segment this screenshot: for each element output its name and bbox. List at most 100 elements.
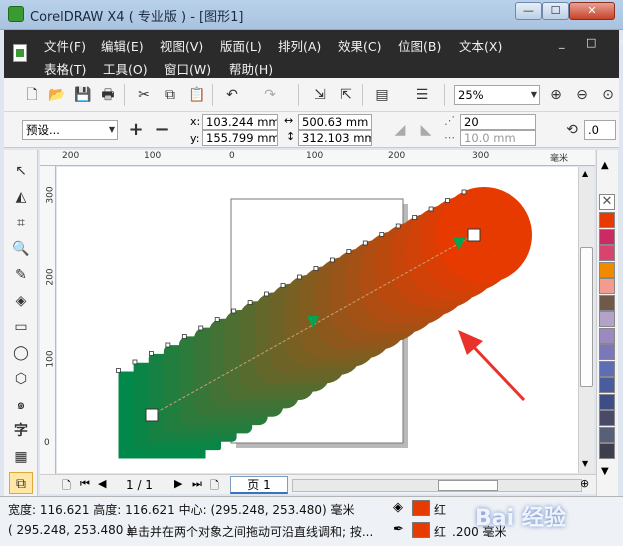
menu-text[interactable]: 文本(X): [459, 36, 502, 55]
shape-tool-icon[interactable]: ◭: [9, 186, 33, 208]
save-icon[interactable]: 💾: [74, 87, 91, 103]
menu-window[interactable]: 窗口(W): [164, 59, 211, 78]
color-swatch[interactable]: [599, 327, 615, 344]
ellipse-tool-icon[interactable]: ◯: [9, 342, 33, 364]
y-position-field[interactable]: 155.799 mm: [202, 130, 278, 146]
new-icon[interactable]: 🗋: [24, 87, 40, 103]
color-swatch[interactable]: [599, 344, 615, 360]
horizontal-scrollbar[interactable]: [292, 479, 582, 492]
zoom-tool-icon[interactable]: 🔍: [9, 238, 33, 260]
vertical-ruler[interactable]: 300 200 100 0: [40, 166, 56, 474]
menu-help[interactable]: 帮助(H): [229, 59, 273, 78]
zoom-in-icon[interactable]: ⊕: [548, 87, 564, 103]
color-swatch[interactable]: [599, 311, 615, 327]
zoom-out-icon[interactable]: ⊖: [574, 87, 590, 103]
width-field[interactable]: 500.63 mm: [298, 114, 372, 130]
mdi-controls[interactable]: _ □ ✕: [559, 36, 623, 49]
scroll-up-icon[interactable]: ▲: [582, 169, 588, 178]
blend-direction-icon[interactable]: ◢: [392, 122, 408, 138]
menu-arrange[interactable]: 排列(A): [278, 36, 321, 55]
menu-layout[interactable]: 版面(L): [220, 36, 262, 55]
minimize-button[interactable]: —: [515, 2, 542, 20]
redo-icon[interactable]: ↷: [262, 87, 278, 103]
undo-icon[interactable]: ↶: [224, 87, 240, 103]
vertical-scrollbar[interactable]: ▲ ▼: [578, 167, 594, 473]
x-position-field[interactable]: 103.244 mm: [202, 114, 278, 130]
horizontal-scroll-thumb[interactable]: [438, 480, 498, 491]
add-page-icon[interactable]: 🗋: [62, 477, 71, 496]
text-tool-icon[interactable]: 字: [9, 420, 33, 442]
open-icon[interactable]: 📂: [48, 87, 65, 103]
color-swatch[interactable]: [599, 443, 615, 459]
blend-path-icon[interactable]: ◣: [418, 122, 434, 138]
zoom-level-select[interactable]: 25% ▼: [454, 85, 540, 105]
palette-scroll-down-icon[interactable]: ▼: [601, 466, 609, 477]
blend-angle-field[interactable]: .0: [584, 120, 616, 140]
blend-start-handle[interactable]: [145, 408, 159, 422]
no-fill-swatch[interactable]: ✕: [599, 194, 615, 210]
color-swatch[interactable]: [599, 360, 615, 377]
smart-fill-icon[interactable]: ◈: [9, 290, 33, 312]
page-tab-1[interactable]: 页 1: [230, 476, 288, 494]
add-page-after-icon[interactable]: 🗋: [210, 477, 219, 496]
color-swatch[interactable]: [599, 212, 615, 228]
crop-tool-icon[interactable]: ⌗: [9, 212, 33, 234]
rectangle-tool-icon[interactable]: ▭: [9, 316, 33, 338]
first-page-icon[interactable]: ⏮: [80, 477, 90, 491]
maximize-button[interactable]: ☐: [542, 2, 569, 20]
fill-icon[interactable]: ◈: [393, 500, 403, 515]
close-button[interactable]: ✕: [569, 2, 615, 20]
scroll-down-icon[interactable]: ▼: [582, 459, 588, 468]
table-tool-icon[interactable]: ▦: [9, 446, 33, 468]
document-icon[interactable]: [13, 44, 27, 62]
menu-table[interactable]: 表格(T): [44, 59, 86, 78]
menu-effects[interactable]: 效果(C): [338, 36, 381, 55]
color-swatch[interactable]: [599, 393, 615, 410]
export-icon[interactable]: ⇱: [338, 87, 354, 103]
import-icon[interactable]: ⇲: [312, 87, 328, 103]
blend-spacing-field[interactable]: 10.0 mm: [460, 130, 536, 146]
remove-preset-icon[interactable]: −: [154, 121, 170, 139]
menu-view[interactable]: 视图(V): [160, 36, 203, 55]
blend-steps-field[interactable]: 20: [460, 114, 536, 130]
vertical-scroll-thumb[interactable]: [580, 247, 593, 387]
navigator-icon[interactable]: ⊕: [580, 477, 589, 490]
menu-edit[interactable]: 编辑(E): [101, 36, 144, 55]
color-swatch[interactable]: [599, 377, 615, 393]
cut-icon[interactable]: ✂: [136, 87, 152, 103]
previous-page-icon[interactable]: ◀: [98, 477, 106, 490]
copy-icon[interactable]: ⧉: [162, 87, 178, 103]
application-launcher-icon[interactable]: ▤: [374, 87, 390, 103]
palette-scroll-up-icon[interactable]: ▲: [601, 160, 609, 171]
zoom-page-icon[interactable]: ⊙: [600, 87, 616, 103]
interactive-blend-tool-icon[interactable]: ⧉: [9, 472, 33, 494]
menu-tools[interactable]: 工具(O): [103, 59, 148, 78]
menu-file[interactable]: 文件(F): [44, 36, 86, 55]
preset-select[interactable]: 预设... ▼: [22, 120, 118, 140]
outline-color-swatch[interactable]: [412, 522, 430, 538]
color-swatch[interactable]: [599, 294, 615, 311]
print-icon[interactable]: 🖶: [100, 87, 116, 103]
color-swatch[interactable]: [599, 261, 615, 278]
next-page-icon[interactable]: ▶: [174, 477, 182, 490]
polygon-tool-icon[interactable]: ⬡: [9, 368, 33, 390]
color-swatch[interactable]: [599, 278, 615, 294]
color-swatch[interactable]: [599, 410, 615, 426]
fill-color-swatch[interactable]: [412, 500, 430, 516]
color-swatch[interactable]: [599, 245, 615, 261]
height-field[interactable]: 312.103 mm: [298, 130, 372, 146]
welcome-screen-icon[interactable]: ☰: [414, 87, 430, 103]
freehand-tool-icon[interactable]: ✎: [9, 264, 33, 286]
horizontal-ruler[interactable]: 200 100 0 100 200 300 毫米: [40, 150, 595, 166]
add-preset-icon[interactable]: +: [128, 121, 144, 139]
color-swatch[interactable]: [599, 228, 615, 245]
outline-pen-icon[interactable]: ✒: [393, 522, 404, 537]
color-swatch[interactable]: [599, 426, 615, 443]
last-page-icon[interactable]: ⏭: [192, 477, 202, 491]
menu-bitmaps[interactable]: 位图(B): [398, 36, 441, 55]
pick-tool-icon[interactable]: ↖: [9, 160, 33, 182]
spiral-tool-icon[interactable]: ๑: [9, 394, 33, 416]
paste-icon[interactable]: 📋: [188, 87, 205, 103]
blend-end-handle[interactable]: [467, 228, 481, 242]
drawing-canvas[interactable]: [57, 167, 578, 473]
